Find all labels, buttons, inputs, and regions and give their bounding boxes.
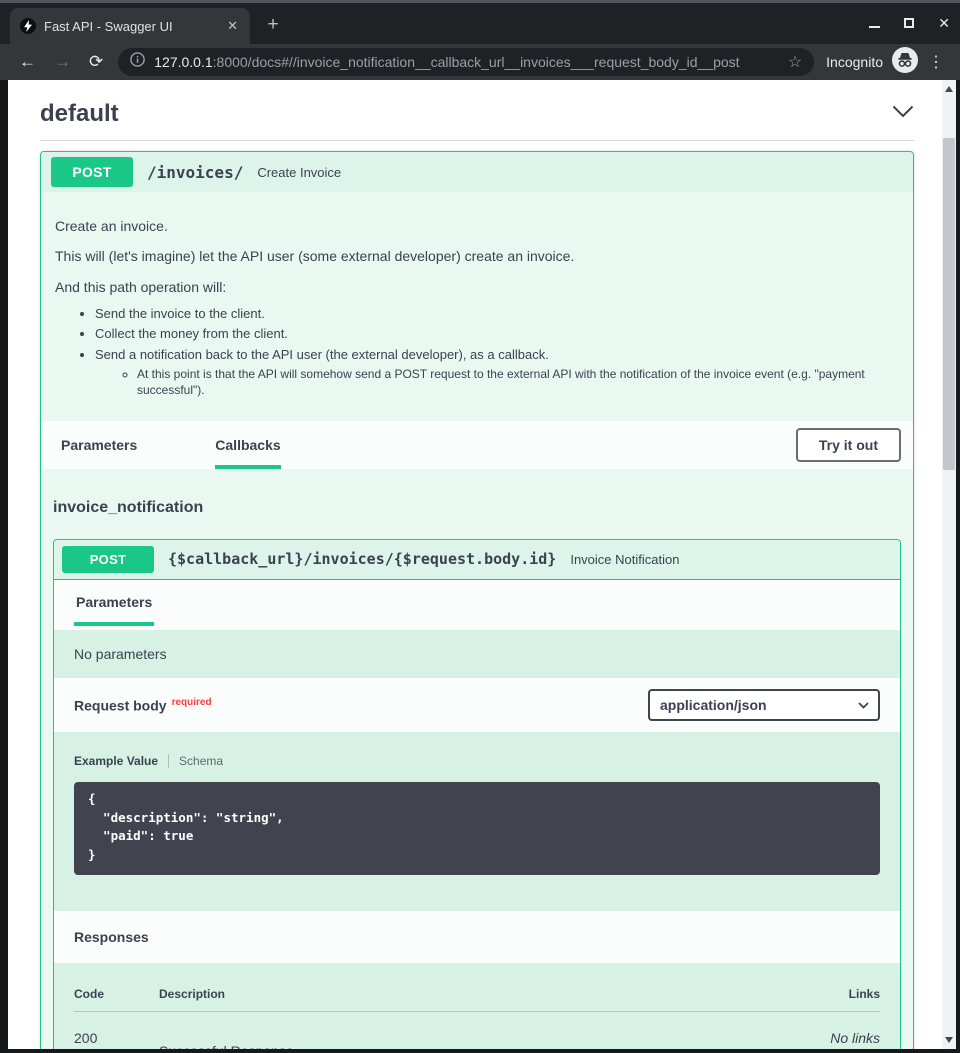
site-info-icon[interactable]: [130, 52, 145, 72]
list-item: Send a notification back to the API user…: [95, 346, 899, 398]
section-title: default: [40, 100, 119, 128]
scroll-up-arrow-icon[interactable]: [942, 82, 956, 96]
url-text[interactable]: 127.0.0.1:8000/docs#//invoice_notificati…: [154, 54, 779, 70]
url-host: 127.0.0.1: [154, 54, 212, 70]
response-code: 200: [74, 1012, 159, 1049]
header-code: Code: [74, 987, 159, 1001]
bookmark-star-icon[interactable]: ☆: [788, 52, 802, 72]
browser-toolbar: ← → ⟳ 127.0.0.1:8000/docs#//invoice_noti…: [0, 44, 960, 80]
no-parameters-row: No parameters: [54, 630, 900, 678]
new-tab-button[interactable]: +: [260, 13, 286, 39]
tab-callbacks[interactable]: Callbacks: [215, 421, 280, 469]
minimize-button[interactable]: [869, 26, 880, 28]
responses-table: Code Description Links 200 Successful Re…: [54, 963, 900, 1049]
response-links: No links: [810, 1012, 880, 1049]
header-description: Description: [159, 987, 810, 1001]
tab-parameters[interactable]: Parameters: [74, 594, 154, 626]
browser-window: Fast API - Swagger UI ✕ + ✕ ← → ⟳ 127.0.…: [0, 0, 960, 1053]
fastapi-favicon-icon: [20, 18, 36, 34]
operation-tab-header: Parameters Callbacks Try it out: [41, 421, 913, 469]
responses-table-header: Code Description Links: [74, 987, 880, 1012]
window-close-button[interactable]: ✕: [938, 16, 950, 30]
address-bar[interactable]: 127.0.0.1:8000/docs#//invoice_notificati…: [118, 48, 814, 76]
section-collapse-chevron-icon[interactable]: [892, 105, 914, 123]
callback-opblock: POST {$callback_url}/invoices/{$request.…: [53, 539, 901, 1049]
responses-header: Responses: [54, 911, 900, 963]
tab-example-value[interactable]: Example Value: [74, 754, 158, 768]
operation-description: Create an invoice. This will (let's imag…: [41, 192, 913, 421]
post-method-badge: POST: [62, 546, 154, 573]
description-paragraph: This will (let's imagine) let the API us…: [55, 246, 899, 266]
description-paragraph: Create an invoice.: [55, 216, 899, 236]
operation-summary: Create Invoice: [257, 165, 341, 180]
callback-summary[interactable]: POST {$callback_url}/invoices/{$request.…: [54, 540, 900, 580]
request-body-label: Request bodyrequired: [74, 697, 212, 714]
description-paragraph: And this path operation will:: [55, 277, 899, 297]
list-item: Send the invoice to the client.: [95, 305, 899, 323]
tab-parameters[interactable]: Parameters: [61, 421, 137, 469]
callback-tab-header: Parameters: [54, 580, 900, 630]
section-divider: [40, 140, 914, 141]
tab-separator: [168, 754, 169, 768]
opblock-summary[interactable]: POST /invoices/ Create Invoice: [41, 152, 913, 192]
response-description: Successful Response: [159, 1012, 810, 1049]
tab-title: Fast API - Swagger UI: [44, 19, 217, 34]
page-viewport: default POST /invoices/ Create Invoice C…: [8, 80, 956, 1049]
tab-close-icon[interactable]: ✕: [225, 18, 240, 34]
forward-icon[interactable]: →: [45, 52, 80, 72]
chevron-down-icon: [858, 702, 869, 709]
browser-menu-icon[interactable]: ⋮: [928, 52, 944, 72]
maximize-button[interactable]: [904, 18, 914, 28]
list-item: Collect the money from the client.: [95, 325, 899, 343]
request-body-model: Example Value Schema { "description": "s…: [54, 732, 900, 911]
callbacks-section: invoice_notification POST {$callback_url…: [41, 469, 913, 1049]
request-body-header: Request bodyrequired application/json: [54, 678, 900, 732]
description-list: Send the invoice to the client. Collect …: [55, 305, 899, 398]
page-scrollbar[interactable]: [942, 80, 956, 1049]
post-invoices-opblock: POST /invoices/ Create Invoice Create an…: [40, 151, 914, 1049]
back-icon[interactable]: ←: [10, 52, 45, 72]
try-it-out-button[interactable]: Try it out: [796, 428, 901, 462]
header-links: Links: [810, 987, 880, 1001]
browser-tab[interactable]: Fast API - Swagger UI ✕: [10, 8, 250, 44]
scrollbar-thumb[interactable]: [943, 138, 955, 470]
callback-summary-text: Invoice Notification: [570, 552, 679, 567]
callback-path: {$callback_url}/invoices/{$request.body.…: [168, 550, 556, 568]
operation-path: /invoices/: [147, 163, 243, 182]
scroll-down-arrow-icon[interactable]: [942, 1033, 956, 1047]
required-badge: required: [172, 697, 212, 708]
tab-schema[interactable]: Schema: [179, 754, 223, 768]
list-item: At this point is that the API will someh…: [137, 366, 877, 398]
tab-strip: Fast API - Swagger UI ✕ + ✕: [0, 3, 960, 44]
callback-name: invoice_notification: [53, 499, 901, 517]
example-code-block: { "description": "string", "paid": true …: [74, 782, 880, 875]
incognito-label: Incognito: [826, 54, 883, 70]
url-path: :8000/docs#//invoice_notification__callb…: [213, 54, 740, 70]
incognito-icon: [892, 47, 918, 78]
swagger-content: default POST /invoices/ Create Invoice C…: [8, 80, 942, 1049]
reload-icon[interactable]: ⟳: [80, 52, 112, 72]
media-type-select[interactable]: application/json: [648, 689, 880, 721]
description-sublist: At this point is that the API will someh…: [95, 366, 899, 398]
table-row: 200 Successful Response No links: [74, 1012, 880, 1049]
post-method-badge: POST: [51, 157, 133, 187]
